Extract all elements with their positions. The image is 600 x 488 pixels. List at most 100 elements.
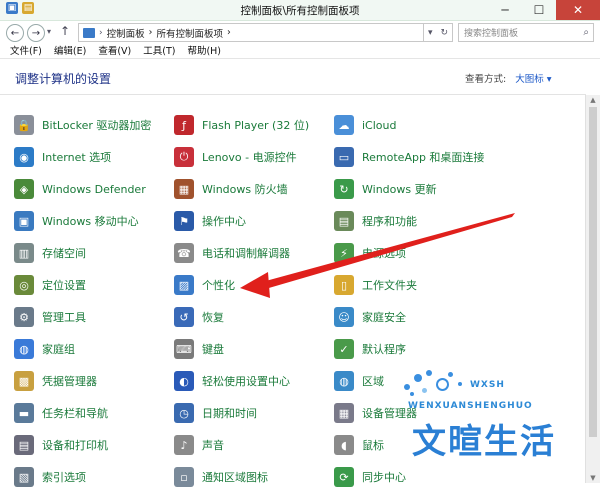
control-panel-item[interactable]: ☎ 电话和调制解调器 <box>174 242 290 264</box>
control-panel-item[interactable]: ◍ 区域 <box>334 370 384 392</box>
control-panel-item[interactable]: ƒ Flash Player (32 位) <box>174 114 309 136</box>
menu-view[interactable]: 查看(V) <box>98 43 131 58</box>
item-label: 任务栏和导航 <box>42 407 108 420</box>
recovery-icon: ↺ <box>174 307 194 327</box>
address-input[interactable]: › 控制面板 › 所有控制面板项 › <box>78 23 424 42</box>
breadcrumb-separator[interactable]: › <box>149 27 153 38</box>
indexing-icon: ▧ <box>14 467 34 487</box>
control-panel-item[interactable]: ✓ 默认程序 <box>334 338 406 360</box>
minimize-button[interactable]: ─ <box>488 0 522 20</box>
item-label: 日期和时间 <box>202 407 257 420</box>
control-panel-item[interactable]: ◷ 日期和时间 <box>174 402 257 424</box>
control-panel-item[interactable]: ▦ Windows 防火墙 <box>174 178 288 200</box>
breadcrumb-separator[interactable]: › <box>227 27 231 38</box>
lenovo-power-icon: ⏻ <box>174 147 194 167</box>
menu-edit[interactable]: 编辑(E) <box>54 43 86 58</box>
maximize-button[interactable]: ☐ <box>522 0 556 20</box>
up-button[interactable]: ↑ <box>60 24 70 38</box>
control-panel-item[interactable]: ▤ 设备和打印机 <box>14 434 108 456</box>
keyboard-icon: ⌨ <box>174 339 194 359</box>
control-panel-item[interactable]: ◉ Internet 选项 <box>14 146 111 168</box>
header-divider <box>0 94 586 95</box>
control-panel-item[interactable]: 🔒 BitLocker 驱动器加密 <box>14 114 151 136</box>
control-panel-item[interactable]: ▬ 任务栏和导航 <box>14 402 108 424</box>
control-panel-item[interactable]: ◍ 家庭组 <box>14 338 75 360</box>
item-label: 区域 <box>362 375 384 388</box>
default-programs-icon: ✓ <box>334 339 354 359</box>
search-icon[interactable]: ⌕ <box>583 27 589 38</box>
notification-icon: ▫ <box>174 467 194 487</box>
work-folders-icon: ▯ <box>334 275 354 295</box>
control-panel-icon <box>83 27 95 38</box>
breadcrumb-all-items[interactable]: 所有控制面板项 <box>156 26 223 40</box>
address-actions: ▾ ↻ <box>424 23 453 42</box>
chevron-right-icon: › <box>99 27 103 38</box>
item-label: 个性化 <box>202 279 235 292</box>
item-label: Internet 选项 <box>42 151 112 164</box>
control-panel-item[interactable]: ⚙ 管理工具 <box>14 306 86 328</box>
control-panel-item[interactable]: ▫ 通知区域图标 <box>174 466 268 488</box>
control-panel-item[interactable]: ▤ 程序和功能 <box>334 210 417 232</box>
control-panel-item[interactable]: ⟳ 同步中心 <box>334 466 406 488</box>
view-by-dropdown[interactable]: 大图标 ▾ <box>515 74 551 85</box>
watermark-subtitle: WENXUANSHENGHUO <box>408 401 533 411</box>
control-panel-item[interactable]: ↺ 恢复 <box>174 306 224 328</box>
recent-locations-chevron-icon[interactable]: ▾ <box>47 27 51 36</box>
back-arrow-icon: ← <box>10 27 20 39</box>
control-panel-item[interactable]: ⚑ 操作中心 <box>174 210 246 232</box>
control-panel-item[interactable]: ▧ 索引选项 <box>14 466 86 488</box>
control-panel-item[interactable]: ☁ iCloud <box>334 114 396 136</box>
page-title: 调整计算机的设置 <box>15 72 112 86</box>
item-label: 鼠标 <box>362 439 384 452</box>
firewall-icon: ▦ <box>174 179 194 199</box>
control-panel-item[interactable]: ↻ Windows 更新 <box>334 178 437 200</box>
menu-help[interactable]: 帮助(H) <box>187 43 221 58</box>
control-panel-item[interactable]: ⌨ 键盘 <box>174 338 224 360</box>
forward-button[interactable]: → <box>27 24 45 42</box>
item-label: 凭据管理器 <box>42 375 97 388</box>
menu-file[interactable]: 文件(F) <box>10 43 42 58</box>
address-dropdown-icon[interactable]: ▾ <box>428 28 433 38</box>
item-label: 键盘 <box>202 343 224 356</box>
control-panel-item[interactable]: ▩ 凭据管理器 <box>14 370 97 392</box>
item-label: 电话和调制解调器 <box>202 247 290 260</box>
control-panel-item[interactable]: ⏻ Lenovo - 电源控件 <box>174 146 297 168</box>
control-panel-item[interactable]: ▭ RemoteApp 和桌面连接 <box>334 146 484 168</box>
control-panel-item[interactable]: ⚡ 电源选项 <box>334 242 406 264</box>
scroll-thumb[interactable] <box>589 107 597 437</box>
control-panel-item[interactable]: ◖ 鼠标 <box>334 434 384 456</box>
control-panel-item[interactable]: ▨ 个性化 <box>174 274 235 296</box>
control-panel-item[interactable]: ◎ 定位设置 <box>14 274 86 296</box>
mobility-icon: ▣ <box>14 211 34 231</box>
control-panel-item[interactable]: ▥ 存储空间 <box>14 242 86 264</box>
watermark-logo: WXSH WENXUANSHENGHUO 文暄生活 <box>400 368 590 478</box>
control-panel-item[interactable]: ◐ 轻松使用设置中心 <box>174 370 290 392</box>
control-panel-item[interactable]: ▯ 工作文件夹 <box>334 274 417 296</box>
item-label: Flash Player (32 位) <box>202 119 310 132</box>
item-label: 家庭安全 <box>362 311 406 324</box>
menu-tools[interactable]: 工具(T) <box>143 43 175 58</box>
scroll-up-icon[interactable]: ▲ <box>586 95 600 105</box>
action-center-icon: ⚑ <box>174 211 194 231</box>
item-label: 恢复 <box>202 311 224 324</box>
search-placeholder: 搜索控制面板 <box>464 29 519 39</box>
control-panel-item[interactable]: ◈ Windows Defender <box>14 178 146 200</box>
control-panel-item[interactable]: ☺ 家庭安全 <box>334 306 406 328</box>
refresh-icon[interactable]: ↻ <box>440 28 448 38</box>
search-input[interactable]: 搜索控制面板 ⌕ <box>458 23 594 42</box>
content-header: 调整计算机的设置 查看方式: 大图标 ▾ <box>0 60 600 94</box>
remoteapp-icon: ▭ <box>334 147 354 167</box>
close-button[interactable]: ✕ <box>556 0 600 20</box>
family-safety-icon: ☺ <box>334 307 354 327</box>
defender-icon: ◈ <box>14 179 34 199</box>
item-label: 工作文件夹 <box>362 279 417 292</box>
homegroup-icon: ◍ <box>14 339 34 359</box>
item-label: Windows 更新 <box>362 183 437 196</box>
power-icon: ⚡ <box>334 243 354 263</box>
breadcrumb-control-panel[interactable]: 控制面板 <box>107 26 145 40</box>
control-panel-item[interactable]: ♪ 声音 <box>174 434 224 456</box>
control-panel-item[interactable]: ▣ Windows 移动中心 <box>14 210 139 232</box>
personalization-icon: ▨ <box>174 275 194 295</box>
back-button[interactable]: ← <box>6 24 24 42</box>
icloud-icon: ☁ <box>334 115 354 135</box>
